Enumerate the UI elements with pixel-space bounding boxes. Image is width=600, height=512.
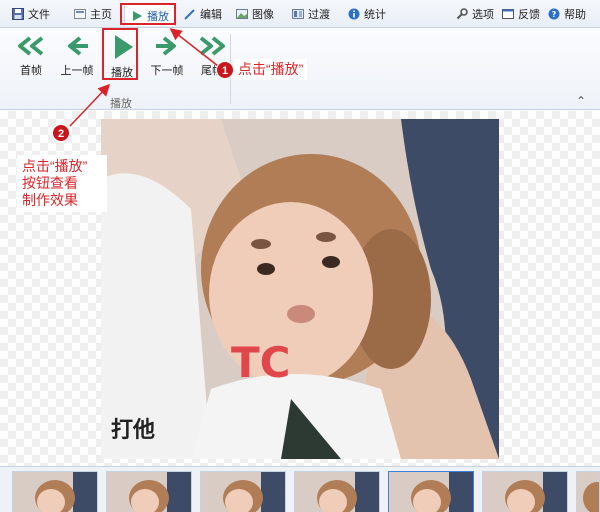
callout-line-2: 按钮查看 <box>22 175 78 191</box>
step-badge-2: 2 <box>52 124 70 142</box>
callout-line-1: 点击“播放” <box>22 158 88 174</box>
callout-click-play-instructions: 点击“播放” 按钮查看 制作效果 <box>17 155 107 212</box>
callout-line-3: 制作效果 <box>22 192 78 208</box>
callout-click-play: 点击“播放” <box>234 59 308 80</box>
step-badge-1: 1 <box>216 61 234 79</box>
